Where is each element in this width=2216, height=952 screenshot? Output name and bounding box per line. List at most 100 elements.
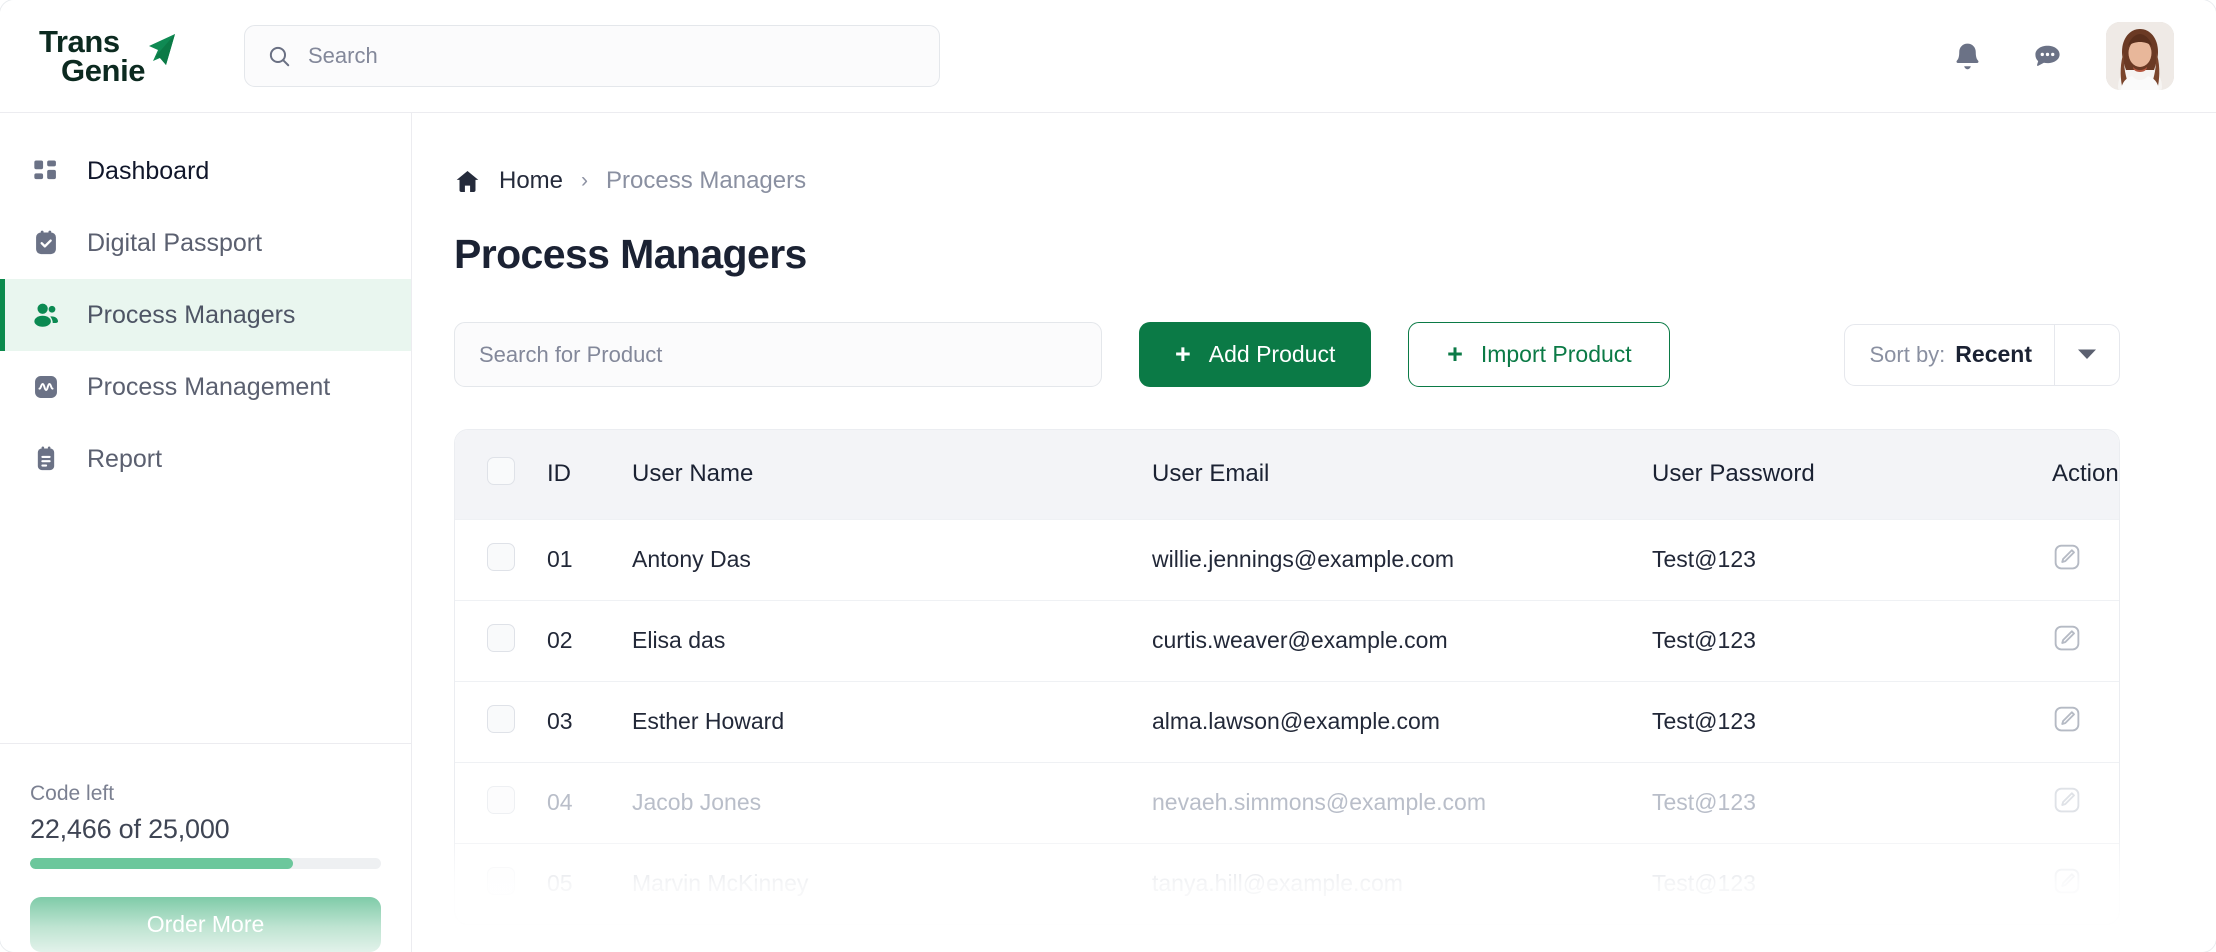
cell-user-name: Antony Das: [632, 518, 1152, 600]
top-actions: [1946, 22, 2182, 90]
notifications-button[interactable]: [1946, 35, 1988, 77]
cell-action: [2052, 599, 2119, 681]
sidebar-item-label: Report: [87, 444, 163, 473]
table-row[interactable]: 02 Elisa das curtis.weaver@example.com Test…: [455, 599, 2119, 681]
cell-user-email: curtis.weaver@example.com: [1152, 599, 1652, 681]
chat-bubble-icon: [2034, 45, 2060, 66]
cell-action: [2052, 842, 2119, 924]
row-select-cell: [455, 842, 547, 924]
edit-icon[interactable]: [2052, 785, 2082, 815]
add-product-label: Add Product: [1208, 341, 1336, 367]
bell-icon: [1956, 43, 1978, 69]
home-icon[interactable]: [454, 168, 481, 195]
cell-user-password: Test@123: [1652, 761, 2052, 843]
column-header-id[interactable]: ID: [547, 430, 632, 519]
quota-progress-track: [30, 858, 381, 869]
sidebar-item-dashboard[interactable]: Dashboard: [0, 135, 411, 207]
import-product-label: Import Product: [1480, 341, 1632, 367]
sidebar-item-process-management[interactable]: Process Management: [0, 351, 411, 423]
cell-user-name: Elisa das: [632, 599, 1152, 681]
table-row[interactable]: 03 Esther Howard alma.lawson@example.com Te…: [455, 680, 2119, 762]
activity-icon: [30, 371, 62, 403]
edit-icon[interactable]: [2052, 704, 2082, 734]
add-product-button[interactable]: + Add Product: [1139, 322, 1372, 387]
sort-by-dropdown[interactable]: Sort by: Recent: [1844, 323, 2120, 386]
sidebar-item-label: Digital Passport: [87, 228, 263, 257]
search-icon: [269, 46, 290, 66]
cell-user-password: Test@123: [1652, 842, 2052, 924]
cell-id: 03: [547, 680, 632, 762]
breadcrumb-separator: ›: [581, 169, 589, 192]
row-checkbox[interactable]: [487, 866, 515, 895]
table-header-row: ID User Name User Email User Password Ac…: [455, 430, 2119, 519]
row-checkbox[interactable]: [487, 704, 515, 733]
sidebar-item-digital-passport[interactable]: Digital Passport: [0, 207, 411, 279]
brand-logo-line1: Trans: [39, 23, 120, 59]
top-bar: Trans Genie Search: [0, 0, 2216, 113]
cell-user-email: nevaeh.simmons@example.com: [1152, 761, 1652, 843]
arrow-icon: [149, 33, 175, 65]
column-header-user-name[interactable]: User Name: [632, 430, 1152, 519]
breadcrumb-current: Process Managers: [606, 167, 807, 194]
cell-id: 04: [547, 761, 632, 843]
edit-icon[interactable]: [2052, 542, 2082, 572]
cell-user-name: Marvin McKinney: [632, 842, 1152, 924]
row-checkbox[interactable]: [487, 623, 515, 652]
cell-action: [2052, 761, 2119, 843]
cell-user-password: Test@123: [1652, 680, 2052, 762]
breadcrumb: Home › Process Managers: [454, 113, 2120, 221]
global-search-placeholder: Search: [308, 43, 378, 68]
sidebar: Dashboard Digital Passport Process Manag…: [0, 113, 412, 952]
sort-by-label: Sort by:: [1869, 341, 1946, 367]
product-search-placeholder: Search for Product: [479, 341, 663, 367]
cell-action: [2052, 518, 2119, 600]
table-header: ID User Name User Email User Password Ac…: [455, 430, 2119, 519]
sidebar-item-label: Dashboard: [87, 156, 210, 185]
edit-icon[interactable]: [2052, 623, 2082, 653]
cell-user-name: Jacob Jones: [632, 761, 1152, 843]
column-header-user-email[interactable]: User Email: [1152, 430, 1652, 519]
table-body: 01 Antony Das willie.jennings@example.com T…: [455, 518, 2119, 924]
cell-user-email: tanya.hill@example.com: [1152, 842, 1652, 924]
global-search-input[interactable]: Search: [244, 25, 940, 87]
passport-check-icon: [30, 227, 62, 259]
column-header-user-password[interactable]: User Password: [1652, 430, 2052, 519]
table-row[interactable]: 05 Marvin McKinney tanya.hill@example.com T…: [455, 842, 2119, 924]
product-search-input[interactable]: Search for Product: [454, 322, 1102, 387]
table-row[interactable]: 01 Antony Das willie.jennings@example.com T…: [455, 518, 2119, 600]
import-product-button[interactable]: + Import Product: [1408, 322, 1671, 387]
page-title: Process Managers: [454, 231, 807, 277]
sidebar-item-report[interactable]: Report: [0, 423, 411, 495]
row-checkbox[interactable]: [487, 785, 515, 814]
column-header-action: Action: [2052, 430, 2119, 519]
cell-user-password: Test@123: [1652, 518, 2052, 600]
toolbar: Search for Product + Add Product + Impor…: [454, 322, 2120, 387]
quota-panel: Code left 22,466 of 25,000 Order More: [0, 743, 411, 952]
plus-icon: +: [1175, 339, 1191, 369]
select-all-checkbox[interactable]: [487, 456, 515, 485]
brand-logo-line2: Genie: [61, 53, 146, 88]
row-checkbox[interactable]: [487, 542, 515, 571]
cell-id: 05: [547, 842, 632, 924]
table-row[interactable]: 04 Jacob Jones nevaeh.simmons@example.com T…: [455, 761, 2119, 843]
breadcrumb-home[interactable]: Home: [499, 167, 563, 195]
avatar[interactable]: [2106, 22, 2174, 90]
sidebar-item-process-managers[interactable]: Process Managers: [0, 279, 411, 351]
cell-user-name: Esther Howard: [632, 680, 1152, 762]
quota-progress-fill: [30, 858, 294, 869]
chevron-down-icon[interactable]: [2055, 348, 2119, 361]
cell-user-email: alma.lawson@example.com: [1152, 680, 1652, 762]
cell-user-email: willie.jennings@example.com: [1152, 518, 1652, 600]
avatar-image: [2106, 22, 2174, 90]
row-select-cell: [455, 761, 547, 843]
brand-logo[interactable]: Trans Genie: [30, 23, 215, 88]
order-more-button[interactable]: Order More: [30, 897, 381, 952]
edit-icon[interactable]: [2052, 866, 2082, 896]
row-select-cell: [455, 518, 547, 600]
plus-icon: +: [1447, 339, 1463, 369]
grid-icon: [30, 155, 62, 187]
row-select-cell: [455, 599, 547, 681]
quota-label: Code left: [30, 782, 115, 805]
messages-button[interactable]: [2026, 35, 2068, 77]
cell-id: 01: [547, 518, 632, 600]
